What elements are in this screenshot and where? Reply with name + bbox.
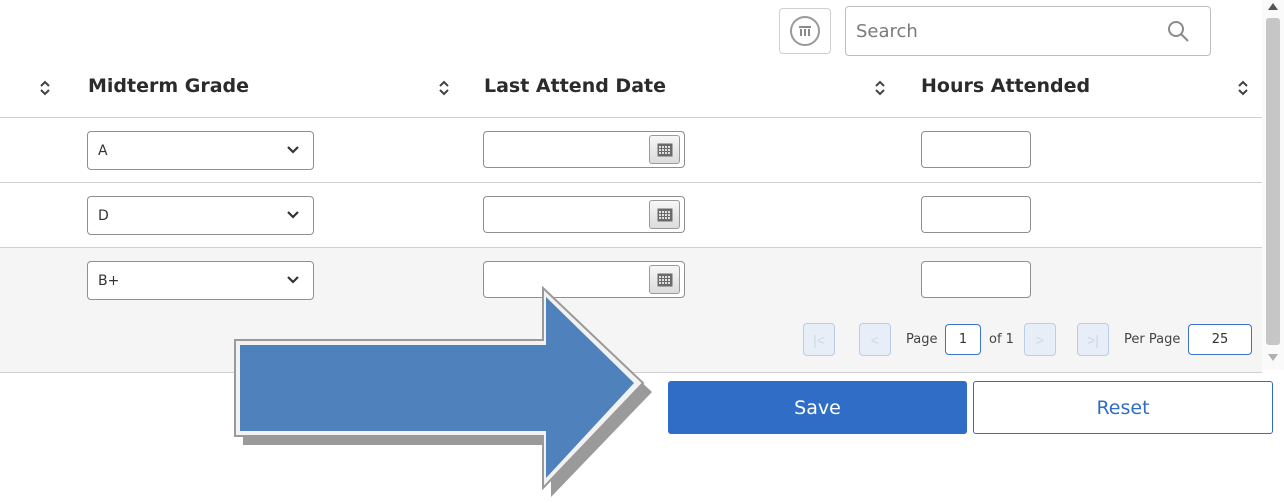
search-input[interactable]: [856, 7, 1156, 55]
vertical-scrollbar[interactable]: [1262, 0, 1284, 370]
save-button[interactable]: Save: [668, 381, 967, 434]
midterm-grade-value: B+: [98, 273, 120, 289]
scroll-up-icon[interactable]: [1268, 3, 1278, 10]
search-field[interactable]: [845, 6, 1211, 56]
last-page-button[interactable]: >|: [1077, 323, 1109, 356]
midterm-grade-value: A: [98, 143, 108, 159]
table-row: A: [0, 118, 1262, 183]
midterm-grade-select[interactable]: A: [87, 131, 314, 170]
hours-attended-input[interactable]: [921, 131, 1031, 168]
midterm-grade-select[interactable]: D: [87, 196, 314, 235]
last-attend-date-input[interactable]: [483, 196, 685, 233]
table-header: Midterm Grade Last Attend Date Hours Att…: [0, 56, 1262, 118]
last-attend-date-input[interactable]: [483, 131, 685, 168]
calendar-icon[interactable]: [649, 135, 680, 164]
columns-icon: [790, 16, 820, 46]
first-page-button[interactable]: |<: [803, 323, 835, 356]
chevron-down-icon: [287, 276, 299, 284]
table-row: D: [0, 183, 1262, 248]
last-attend-date-input[interactable]: [483, 261, 685, 298]
table-row: B+: [0, 248, 1262, 313]
hours-attended-input[interactable]: [921, 261, 1031, 298]
previous-page-button[interactable]: <: [859, 323, 891, 356]
column-header-last-attend-date[interactable]: Last Attend Date: [484, 75, 666, 97]
per-page-label: Per Page: [1124, 332, 1181, 347]
midterm-grade-select[interactable]: B+: [87, 261, 314, 300]
page-count-label: of 1: [989, 332, 1014, 347]
midterm-grade-value: D: [98, 208, 109, 224]
sort-icon[interactable]: [38, 78, 52, 98]
next-page-button[interactable]: >: [1024, 323, 1056, 356]
calendar-icon[interactable]: [649, 200, 680, 229]
column-header-midterm-grade[interactable]: Midterm Grade: [88, 75, 249, 97]
sort-icon[interactable]: [873, 78, 887, 98]
calendar-icon[interactable]: [649, 265, 680, 294]
sort-icon[interactable]: [1236, 78, 1250, 98]
pagination-bar: |< < Page 1 of 1 > >| Per Page 25: [0, 311, 1262, 373]
per-page-input[interactable]: 25: [1188, 324, 1252, 355]
scroll-down-icon[interactable]: [1268, 354, 1278, 361]
page-label: Page: [906, 332, 938, 347]
hours-attended-input[interactable]: [921, 196, 1031, 233]
scrollbar-thumb[interactable]: [1266, 18, 1280, 345]
search-icon[interactable]: [1166, 19, 1190, 48]
sort-icon[interactable]: [437, 78, 451, 98]
page-number-input[interactable]: 1: [945, 324, 981, 355]
column-visibility-button[interactable]: [779, 8, 831, 54]
chevron-down-icon: [287, 146, 299, 154]
reset-button[interactable]: Reset: [973, 381, 1273, 434]
chevron-down-icon: [287, 211, 299, 219]
column-header-hours-attended[interactable]: Hours Attended: [921, 75, 1090, 97]
